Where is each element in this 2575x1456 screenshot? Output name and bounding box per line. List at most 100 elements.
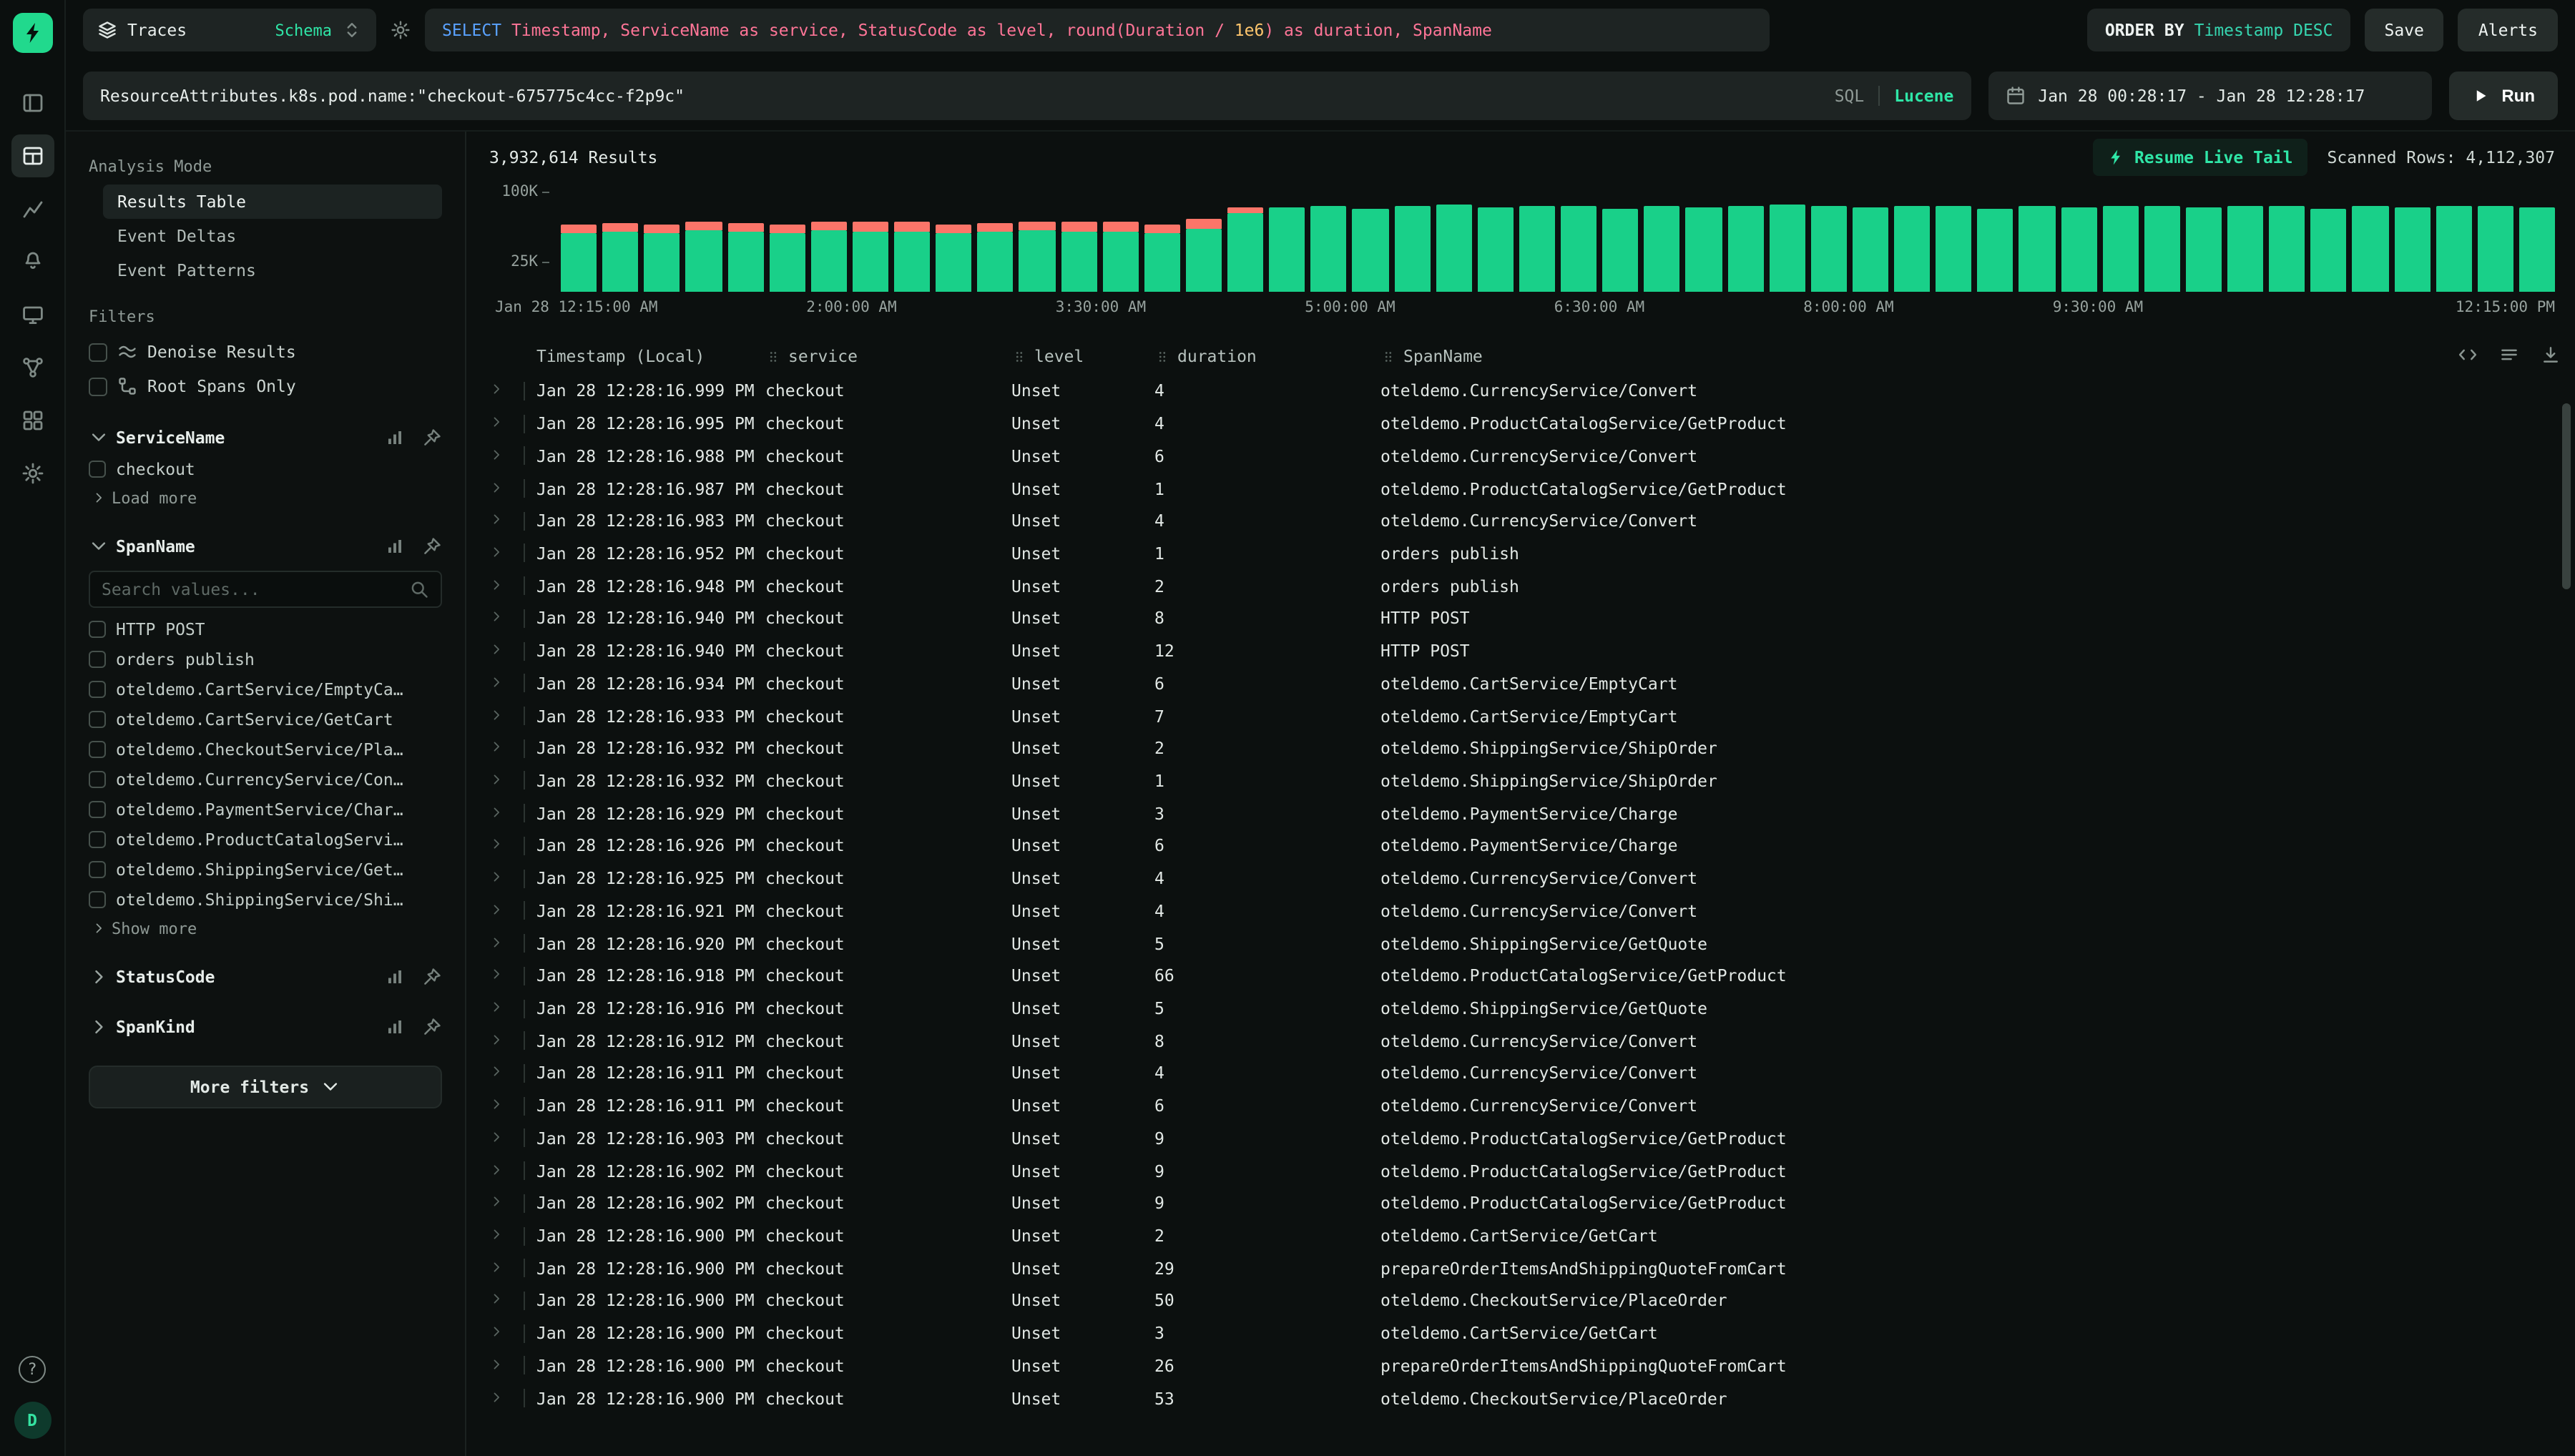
chart-bar[interactable] [1602,208,1638,292]
table-row[interactable]: Jan 28 12:28:16.987 PMcheckoutUnset1otel… [489,472,2555,504]
checkbox[interactable] [89,377,107,395]
expand-chevron-icon[interactable] [489,1291,524,1311]
expand-chevron-icon[interactable] [489,1194,524,1214]
expand-chevron-icon[interactable] [489,543,524,564]
mode-event-patterns[interactable]: Event Patterns [103,253,442,287]
chart-bar[interactable] [1936,205,1971,292]
chart-bar[interactable] [894,222,930,292]
chart-bar[interactable] [1019,222,1055,292]
expand-chevron-icon[interactable] [489,609,524,629]
chart-bar[interactable] [978,223,1014,292]
checkbox[interactable] [89,460,106,477]
table-row[interactable]: Jan 28 12:28:16.940 PMcheckoutUnset8HTTP… [489,602,2555,634]
pin-icon[interactable] [422,428,442,448]
pin-icon[interactable] [422,1017,442,1037]
expand-chevron-icon[interactable] [489,1030,524,1051]
checkbox[interactable] [89,650,106,667]
chart-bar[interactable] [2519,207,2555,292]
bar-chart-icon[interactable] [386,538,403,555]
expand-chevron-icon[interactable] [489,1128,524,1148]
expand-chevron-icon[interactable] [489,1063,524,1083]
expand-chevron-icon[interactable] [489,674,524,694]
checkbox[interactable] [89,890,106,907]
chart-bar[interactable] [2019,207,2055,292]
table-row[interactable]: Jan 28 12:28:16.952 PMcheckoutUnset1orde… [489,537,2555,569]
expand-chevron-icon[interactable] [489,641,524,661]
table-row[interactable]: Jan 28 12:28:16.988 PMcheckoutUnset6otel… [489,440,2555,472]
col-header-service[interactable]: service [765,346,1011,366]
table-row[interactable]: Jan 28 12:28:16.926 PMcheckoutUnset6otel… [489,830,2555,862]
chart-bar[interactable] [2478,205,2513,292]
chart-bar[interactable] [2144,207,2180,292]
table-row[interactable]: Jan 28 12:28:16.916 PMcheckoutUnset5otel… [489,992,2555,1024]
chart-bar[interactable] [853,222,888,292]
chart-bar[interactable] [1853,207,1888,292]
chart-bar[interactable] [686,222,722,292]
chart-bar[interactable] [2394,207,2430,292]
table-scrollbar[interactable] [2562,403,2571,589]
chart-bar[interactable] [1269,207,1305,292]
facet-item-oteldemo-cartservice-getcart[interactable]: oteldemo.CartService/GetCart [89,704,442,734]
facet-item-oteldemo-shippingservice-get[interactable]: oteldemo.ShippingService/Get… [89,854,442,884]
chart-bar[interactable] [1894,207,1930,292]
table-row[interactable]: Jan 28 12:28:16.912 PMcheckoutUnset8otel… [489,1025,2555,1057]
pin-icon[interactable] [422,967,442,987]
expand-chevron-icon[interactable] [489,706,524,726]
chart-bar[interactable] [2102,205,2138,292]
chart-bar[interactable] [1478,207,1514,292]
chart-bar[interactable] [1644,205,1680,292]
expand-chevron-icon[interactable] [489,413,524,433]
facet-load-more-button[interactable]: Load more [92,483,442,512]
grip-icon[interactable] [765,348,781,364]
facet-item-checkout[interactable]: checkout [89,453,442,483]
checkbox[interactable] [89,800,106,817]
bar-chart-icon[interactable] [386,429,403,446]
expand-chevron-icon[interactable] [489,1161,524,1181]
chart-bar[interactable] [2436,207,2471,292]
expand-chevron-icon[interactable] [489,739,524,759]
chart-bar[interactable] [2061,207,2096,292]
nav-panel[interactable] [11,82,54,124]
expand-chevron-icon[interactable] [489,771,524,791]
facet-header-statuscode[interactable]: StatusCode [89,961,442,993]
save-button[interactable]: Save [2365,9,2444,51]
checkbox[interactable] [89,860,106,877]
table-row[interactable]: Jan 28 12:28:16.932 PMcheckoutUnset1otel… [489,764,2555,797]
facet-item-oteldemo-currencyservice-con[interactable]: oteldemo.CurrencyService/Con… [89,764,442,794]
facet-header-spankind[interactable]: SpanKind [89,1011,442,1043]
checkbox[interactable] [89,740,106,757]
chart-bar[interactable] [2353,205,2388,292]
chart-bar[interactable] [1436,205,1471,292]
chart-bar[interactable] [1144,224,1180,292]
nav-dashboards[interactable] [11,399,54,442]
facet-header-spanname[interactable]: SpanName [89,531,442,562]
chart-bar[interactable] [1686,207,1722,292]
source-settings-button[interactable] [391,20,411,40]
expand-chevron-icon[interactable] [489,998,524,1018]
order-by-editor[interactable]: ORDER BY Timestamp DESC [2088,9,2350,51]
facet-header-servicename[interactable]: ServiceName [89,422,442,453]
table-row[interactable]: Jan 28 12:28:16.911 PMcheckoutUnset4otel… [489,1057,2555,1089]
chart-bar[interactable] [1227,207,1263,292]
col-header-timestamp-local[interactable]: Timestamp (Local) [536,346,765,366]
expand-chevron-icon[interactable] [489,901,524,921]
nav-sessions[interactable] [11,293,54,336]
mode-event-deltas[interactable]: Event Deltas [103,219,442,253]
more-filters-button[interactable]: More filters [89,1066,442,1108]
chart-bar[interactable] [1102,222,1138,292]
chart-bar[interactable] [1311,205,1347,292]
table-row[interactable]: Jan 28 12:28:16.921 PMcheckoutUnset4otel… [489,895,2555,927]
download-icon[interactable] [2541,345,2561,365]
facet-item-oteldemo-shippingservice-shi[interactable]: oteldemo.ShippingService/Shi… [89,884,442,914]
chart-bar[interactable] [769,224,805,292]
bar-chart-icon[interactable] [386,968,403,985]
nav-alerts[interactable] [11,240,54,283]
table-row[interactable]: Jan 28 12:28:16.940 PMcheckoutUnset12HTT… [489,635,2555,667]
facet-item-oteldemo-checkoutservice-pla[interactable]: oteldemo.CheckoutService/Pla… [89,734,442,764]
table-row[interactable]: Jan 28 12:28:16.903 PMcheckoutUnset9otel… [489,1122,2555,1154]
search-values-input[interactable] [102,579,409,599]
table-row[interactable]: Jan 28 12:28:16.902 PMcheckoutUnset9otel… [489,1187,2555,1219]
table-row[interactable]: Jan 28 12:28:16.902 PMcheckoutUnset9otel… [489,1155,2555,1187]
expand-chevron-icon[interactable] [489,511,524,531]
expand-chevron-icon[interactable] [489,1323,524,1343]
